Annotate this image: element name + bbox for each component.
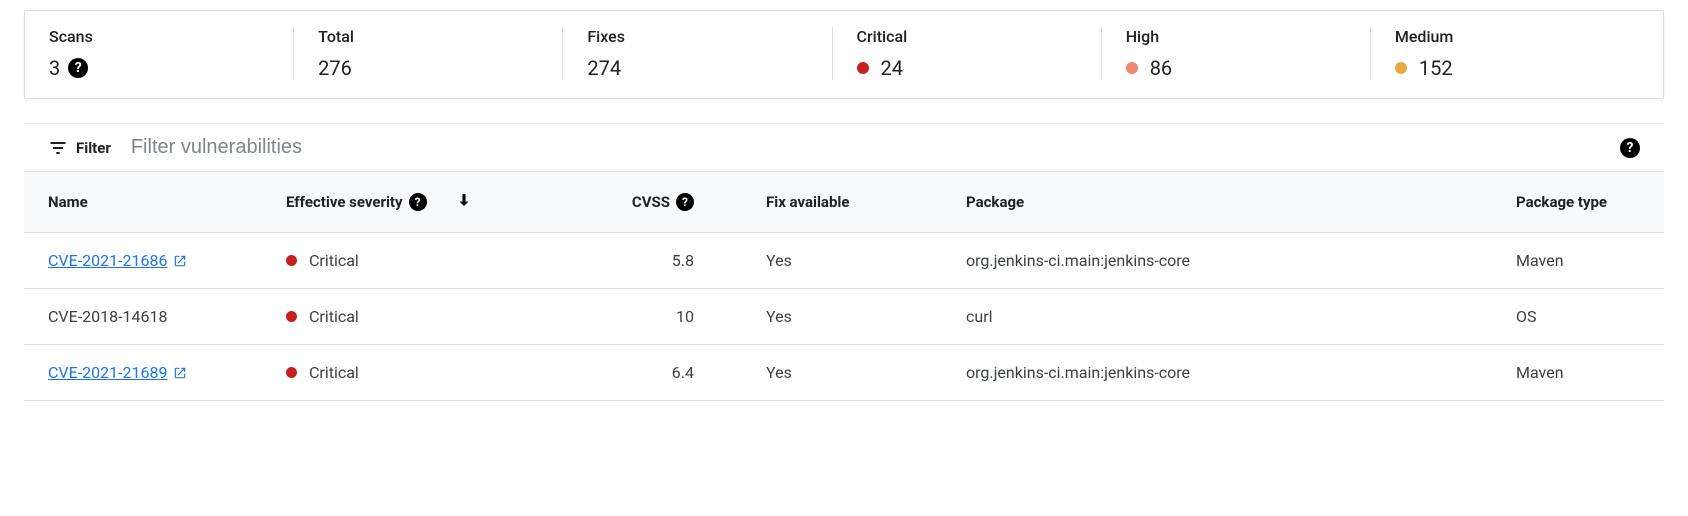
cve-name: CVE-2018-14618 — [48, 307, 167, 326]
help-icon[interactable]: ? — [1620, 138, 1640, 158]
severity-dot-medium — [1395, 62, 1407, 74]
stat-label: Fixes — [587, 27, 831, 46]
fix-available: Yes — [754, 345, 954, 401]
stat-value: 24 — [881, 56, 903, 80]
col-package-type[interactable]: Package type — [1504, 172, 1664, 233]
cvss-value: 10 — [584, 289, 754, 345]
severity-text: Critical — [309, 251, 359, 270]
stat-value: 3 — [49, 56, 60, 80]
stat-total: Total 276 — [293, 27, 562, 80]
cve-name: CVE-2021-21686 — [48, 251, 167, 270]
stat-value-row: 274 — [587, 56, 831, 80]
stat-label: Scans — [49, 27, 293, 46]
stat-critical: Critical 24 — [832, 27, 1101, 80]
sort-descending-icon[interactable] — [455, 190, 473, 214]
severity-dot-high — [1126, 62, 1138, 74]
package-type: OS — [1504, 289, 1664, 345]
stat-value-row: 3 ? — [49, 56, 293, 80]
stat-value: 86 — [1150, 56, 1172, 80]
package-name: org.jenkins-ci.main:jenkins-core — [954, 345, 1504, 401]
severity-dot-critical — [857, 62, 869, 74]
stat-label: Medium — [1395, 27, 1639, 46]
stat-value-row: 24 — [857, 56, 1101, 80]
stat-label: High — [1126, 27, 1370, 46]
severity-cell: Critical — [286, 307, 572, 326]
table-row: CVE-2021-21686 Critical 5.8Yesorg.jenkins-… — [24, 233, 1664, 289]
filter-label: Filter — [76, 139, 111, 157]
severity-dot — [286, 311, 297, 322]
package-type: Maven — [1504, 233, 1664, 289]
stat-label: Critical — [857, 27, 1101, 46]
filter-input[interactable] — [131, 136, 1612, 159]
vulnerabilities-table: Name Effective severity ? CVSS ? — [24, 171, 1664, 401]
stat-fixes: Fixes 274 — [562, 27, 831, 80]
severity-text: Critical — [309, 307, 359, 326]
cve-link[interactable]: CVE-2021-21689 — [48, 363, 187, 382]
package-type: Maven — [1504, 345, 1664, 401]
stat-value-row: 276 — [318, 56, 562, 80]
col-severity[interactable]: Effective severity ? — [274, 172, 584, 233]
cve-name: CVE-2021-21689 — [48, 363, 167, 382]
stat-value-row: 152 — [1395, 56, 1639, 80]
stat-value-row: 86 — [1126, 56, 1370, 80]
col-cvss[interactable]: CVSS ? — [584, 172, 754, 233]
cve-link[interactable]: CVE-2021-21686 — [48, 251, 187, 270]
package-name: org.jenkins-ci.main:jenkins-core — [954, 233, 1504, 289]
severity-text: Critical — [309, 363, 359, 382]
help-icon[interactable]: ? — [676, 193, 694, 211]
stat-high: High 86 — [1101, 27, 1370, 80]
table-header-row: Name Effective severity ? CVSS ? — [24, 172, 1664, 233]
col-fix[interactable]: Fix available — [754, 172, 954, 233]
filter-bar: Filter ? — [24, 123, 1664, 171]
cvss-value: 6.4 — [584, 345, 754, 401]
severity-dot — [286, 367, 297, 378]
help-icon[interactable]: ? — [68, 58, 88, 78]
package-name: curl — [954, 289, 1504, 345]
external-link-icon — [173, 366, 187, 380]
severity-dot — [286, 255, 297, 266]
fix-available: Yes — [754, 233, 954, 289]
stat-scans: Scans 3 ? — [49, 27, 293, 80]
severity-cell: Critical — [286, 251, 572, 270]
stats-card: Scans 3 ? Total 276 Fixes 274 Critical 2… — [24, 10, 1664, 99]
fix-available: Yes — [754, 289, 954, 345]
stat-value: 274 — [587, 56, 621, 80]
help-icon[interactable]: ? — [409, 193, 427, 211]
stat-medium: Medium 152 — [1370, 27, 1639, 80]
stat-label: Total — [318, 27, 562, 46]
table-row: CVE-2021-21689 Critical 6.4Yesorg.jenkins-… — [24, 345, 1664, 401]
stat-value: 152 — [1419, 56, 1453, 80]
col-package[interactable]: Package — [954, 172, 1504, 233]
filter-icon — [48, 138, 68, 158]
stat-value: 276 — [318, 56, 352, 80]
severity-cell: Critical — [286, 363, 572, 382]
external-link-icon — [173, 254, 187, 268]
cvss-value: 5.8 — [584, 233, 754, 289]
table-row: CVE-2018-14618 Critical 10YescurlOS — [24, 289, 1664, 345]
col-name[interactable]: Name — [24, 172, 274, 233]
